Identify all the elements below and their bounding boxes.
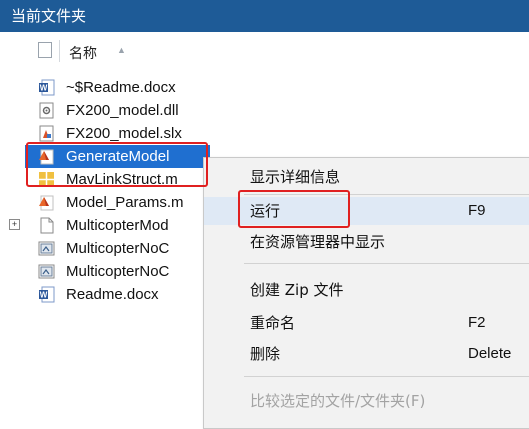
word-doc-icon: W [39,79,55,96]
menu-item-shortcut: Delete [468,345,512,362]
menu-separator [244,263,529,264]
column-header[interactable]: 名称 ▲ [0,40,529,66]
menu-item-run[interactable]: 运行 F9 [204,197,529,225]
context-menu: 显示详细信息 运行 F9 在资源管理器中显示 创建 Zip 文件 重命名 F2 … [203,157,529,429]
menu-item-label: 显示详细信息 [250,168,341,186]
sort-ascending-icon: ▲ [117,45,126,55]
menu-item-label: 运行 [250,202,281,220]
dll-file-icon [39,102,54,119]
current-folder-panel: 当前文件夹 名称 ▲ W ~$Readme.docx FX200_model.d… [0,0,529,429]
file-name: MulticopterMod [66,217,169,234]
file-row-slx[interactable]: FX200_model.slx [0,122,529,145]
file-name: FX200_model.dll [66,102,179,119]
menu-item-compare: 比较选定的文件/文件夹(F) [204,387,529,415]
system-file-icon [38,241,55,256]
menu-separator [244,194,529,195]
file-name: Model_Params.m [66,194,184,211]
file-name: ~$Readme.docx [66,79,176,96]
file-name: MavLinkStruct.m [66,171,178,188]
header-divider [59,40,60,62]
menu-separator [244,376,529,377]
menu-item-label: 删除 [250,345,281,363]
menu-item-label: 重命名 [250,314,296,332]
mat-struct-icon [39,172,54,187]
file-name: GenerateModel [66,148,170,165]
svg-text:W: W [40,291,48,300]
menu-item-label: 创建 Zip 文件 [250,281,344,299]
name-column-label[interactable]: 名称 [69,43,97,63]
menu-item-show-in-explorer[interactable]: 在资源管理器中显示 [204,228,529,256]
panel-title: 当前文件夹 [0,0,529,32]
file-name: MulticopterNoC [66,263,170,280]
menu-item-rename[interactable]: 重命名 F2 [204,309,529,337]
menu-item-shortcut: F2 [468,314,486,331]
menu-item-create-zip[interactable]: 创建 Zip 文件 [204,276,529,304]
system-file-icon [38,264,55,279]
expand-plus-icon[interactable]: + [9,219,20,230]
svg-text:W: W [40,84,48,93]
file-name: Readme.docx [66,286,159,303]
menu-item-label: 在资源管理器中显示 [250,233,386,251]
folder-file-icon [40,217,54,234]
file-name: MulticopterNoC [66,240,170,257]
matlab-script-icon [39,149,54,165]
file-row-dll[interactable]: FX200_model.dll [0,99,529,122]
menu-item-show-details[interactable]: 显示详细信息 [204,163,529,191]
matlab-script-icon [39,195,54,211]
menu-item-delete[interactable]: 删除 Delete [204,340,529,368]
menu-item-shortcut: F9 [468,202,486,219]
simulink-model-icon [39,125,54,142]
word-doc-icon: W [39,286,55,303]
file-row-readme-temp[interactable]: W ~$Readme.docx [0,76,529,99]
file-name: FX200_model.slx [66,125,182,142]
header-checkbox-icon [38,42,52,58]
menu-item-label: 比较选定的文件/文件夹(F) [250,392,426,410]
